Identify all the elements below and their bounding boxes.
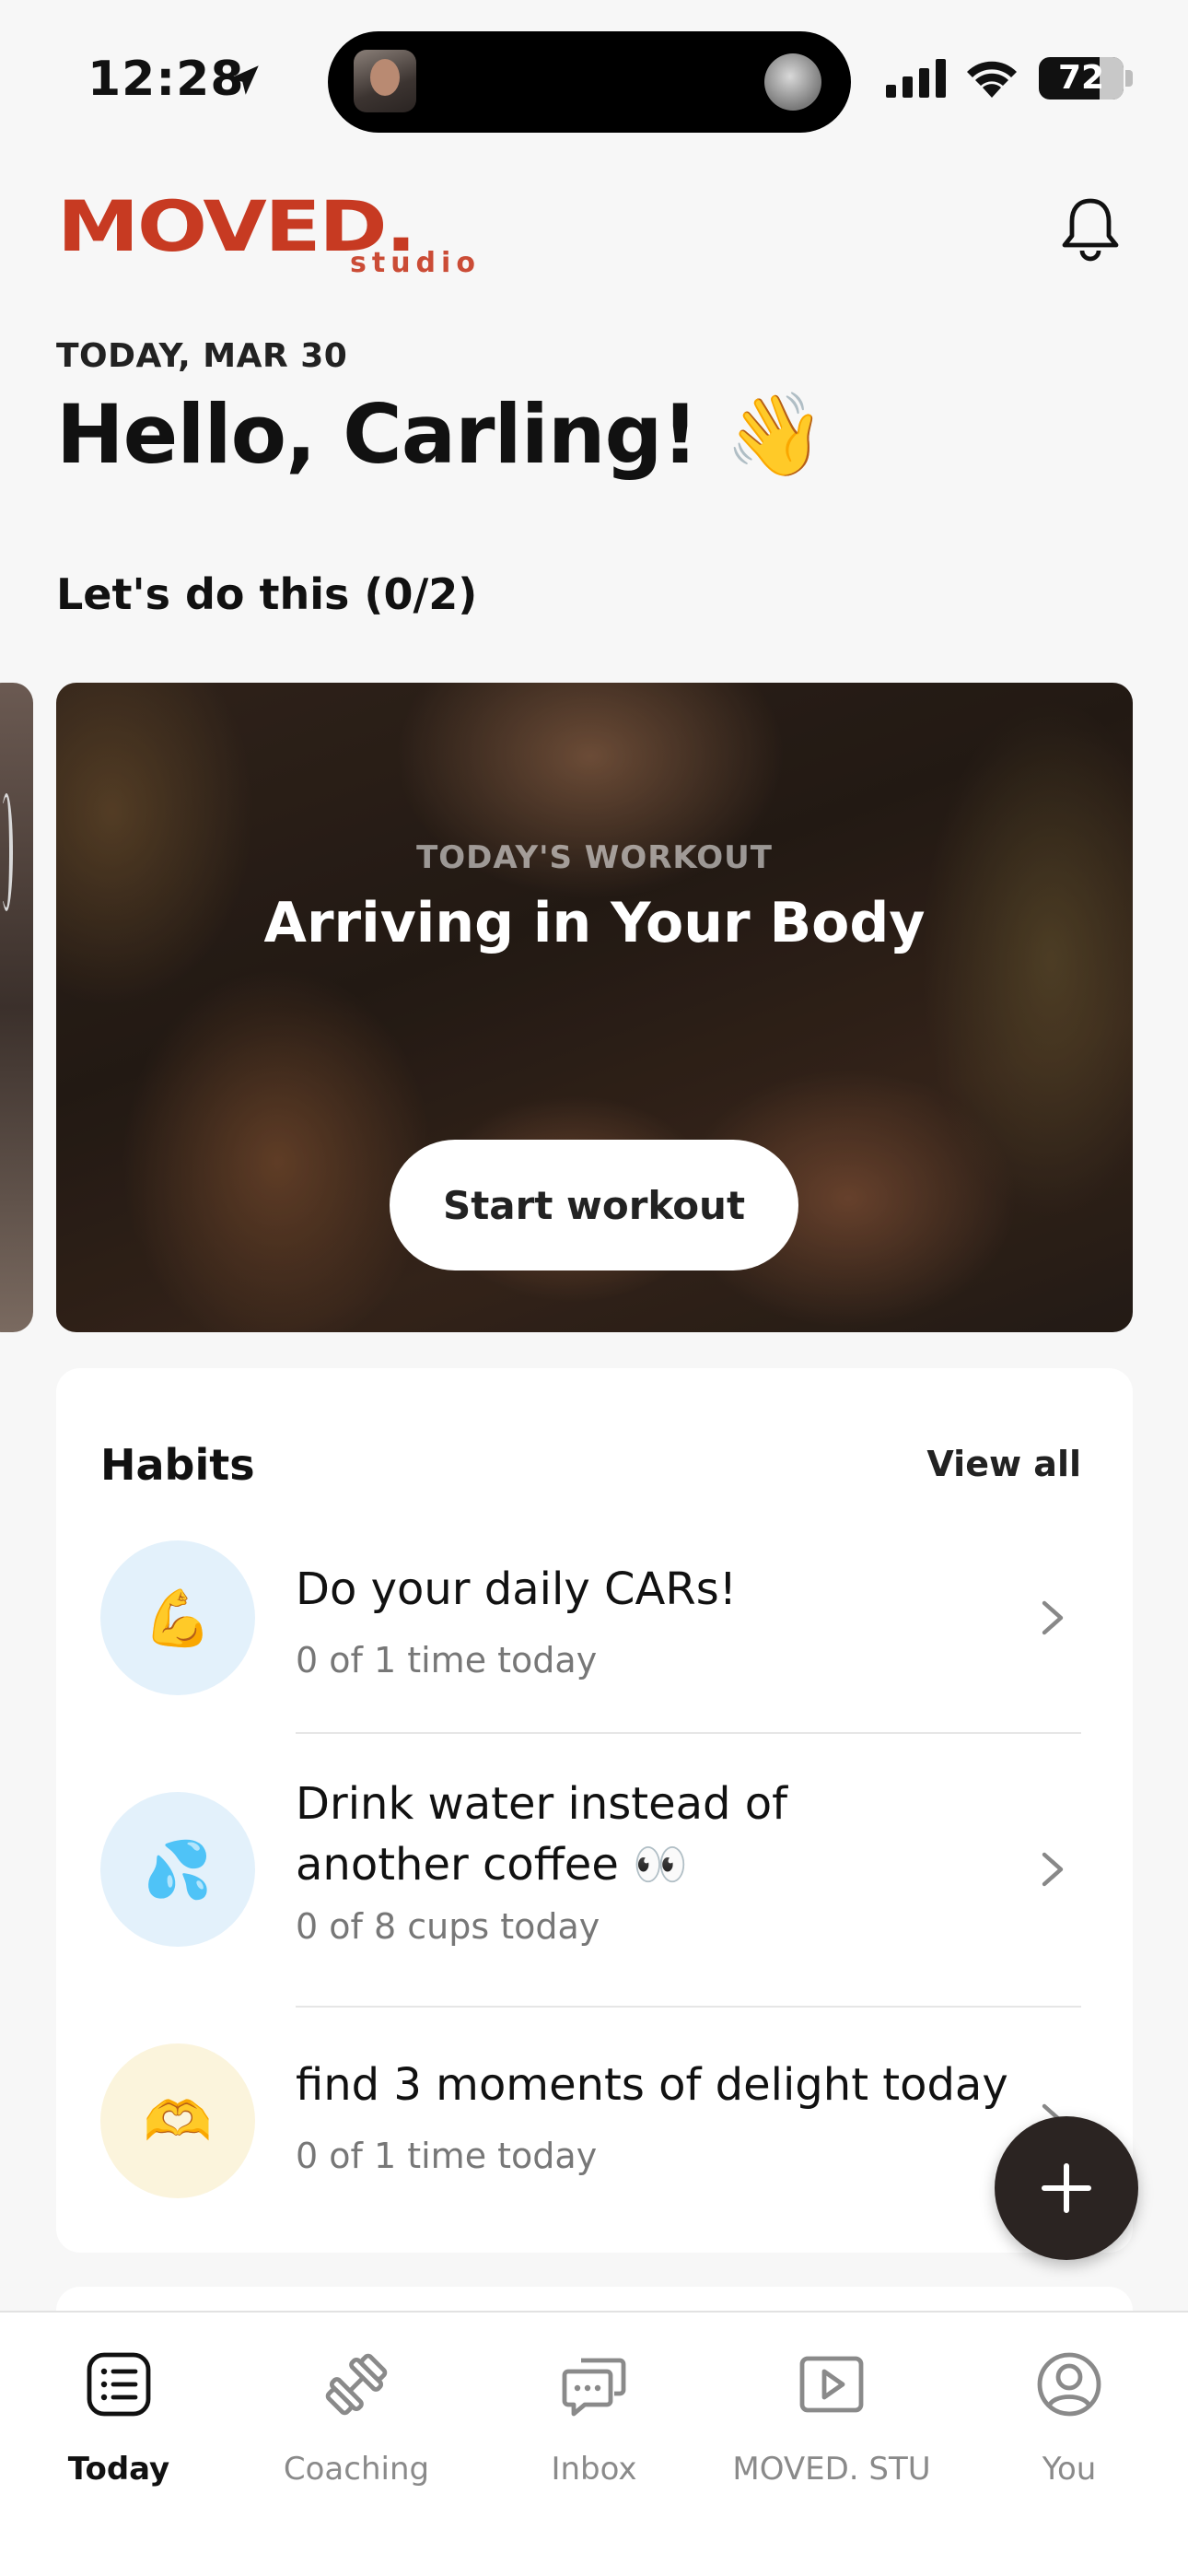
habit-name: Do your daily CARs! (296, 1563, 737, 1615)
tab-label: Today (67, 2451, 170, 2488)
wifi-icon (967, 61, 1017, 98)
chat-icon (562, 2358, 626, 2417)
logo-subtitle: studio (350, 247, 481, 279)
workout-eyebrow: TODAY'S WORKOUT (416, 839, 773, 876)
flexed-biceps-icon: 💪 (100, 1540, 255, 1695)
bottom-tab-bar: Today Coaching Inbox MOVED. STU You (0, 2311, 1188, 2576)
view-all-link[interactable]: View all (926, 1444, 1081, 1484)
status-bar: 12:28 72 (0, 0, 1188, 157)
habit-progress: 0 of 1 time today (296, 1640, 598, 1680)
previous-carousel-card[interactable] (0, 683, 33, 1332)
section-title: Let's do this (0/2) (56, 569, 478, 619)
habit-name: find 3 moments of delight today (296, 2059, 1008, 2111)
habit-progress: 0 of 8 cups today (296, 1906, 600, 1947)
tab-today[interactable]: Today (8, 2340, 229, 2506)
tab-moved-studio[interactable]: MOVED. STU (721, 2340, 942, 2506)
brand-logo: MOVED. studio (57, 192, 481, 280)
workout-card[interactable]: TODAY'S WORKOUT Arriving in Your Body St… (56, 683, 1133, 1332)
avatar (354, 50, 416, 112)
page-title: Hello, Carling! 👋 (56, 387, 826, 482)
logo-wordmark: MOVED. (57, 185, 416, 267)
habit-name: Drink water instead of another coffee 👀 (296, 1778, 788, 1891)
status-time: 12:28 (87, 52, 245, 107)
tab-coaching[interactable]: Coaching (246, 2340, 467, 2506)
heart-hands-icon: 🫶 (100, 2043, 255, 2198)
battery-tip (1125, 70, 1133, 87)
sweat-droplets-icon: 💦 (100, 1792, 255, 1947)
chevron-right-icon (1042, 1852, 1064, 1887)
habits-title: Habits (100, 1440, 255, 1490)
habits-card: Habits View all 💪 Do your daily CARs! 0 … (56, 1368, 1133, 2253)
divider (296, 2006, 1081, 2008)
list-icon (87, 2352, 151, 2417)
tab-label: Inbox (551, 2451, 637, 2488)
location-arrow-icon (229, 65, 259, 95)
dynamic-island[interactable] (328, 31, 851, 133)
battery-level: 72 (1057, 59, 1105, 97)
tab-you[interactable]: You (959, 2340, 1180, 2506)
start-workout-button[interactable]: Start workout (390, 1140, 798, 1270)
dumbbell-icon (325, 2353, 388, 2416)
habit-item-water[interactable]: 💦 Drink water instead of another coffee … (56, 1778, 1133, 2022)
habit-item-cars[interactable]: 💪 Do your daily CARs! 0 of 1 time today (56, 1540, 1133, 1752)
workout-title: Arriving in Your Body (263, 891, 926, 955)
plus-icon (1042, 2163, 1091, 2213)
tab-label: You (1042, 2451, 1097, 2488)
divider (296, 1732, 1081, 1734)
battery-icon: 72 (1039, 57, 1124, 100)
tab-label: Coaching (283, 2451, 430, 2488)
play-icon (799, 2356, 864, 2413)
profile-icon (1037, 2352, 1101, 2417)
date-label: TODAY, MAR 30 (56, 337, 348, 375)
cellular-signal-icon (886, 59, 946, 98)
chevron-right-icon (1042, 1600, 1064, 1635)
media-indicator-icon (764, 53, 821, 111)
tab-inbox[interactable]: Inbox (483, 2340, 705, 2506)
tab-label: MOVED. STU (732, 2451, 931, 2488)
habit-item-delight[interactable]: 🫶 find 3 moments of delight today 0 of 1… (56, 2043, 1133, 2228)
notifications-bell-icon[interactable] (1059, 195, 1122, 262)
add-button[interactable] (995, 2116, 1138, 2260)
habit-progress: 0 of 1 time today (296, 2136, 598, 2176)
